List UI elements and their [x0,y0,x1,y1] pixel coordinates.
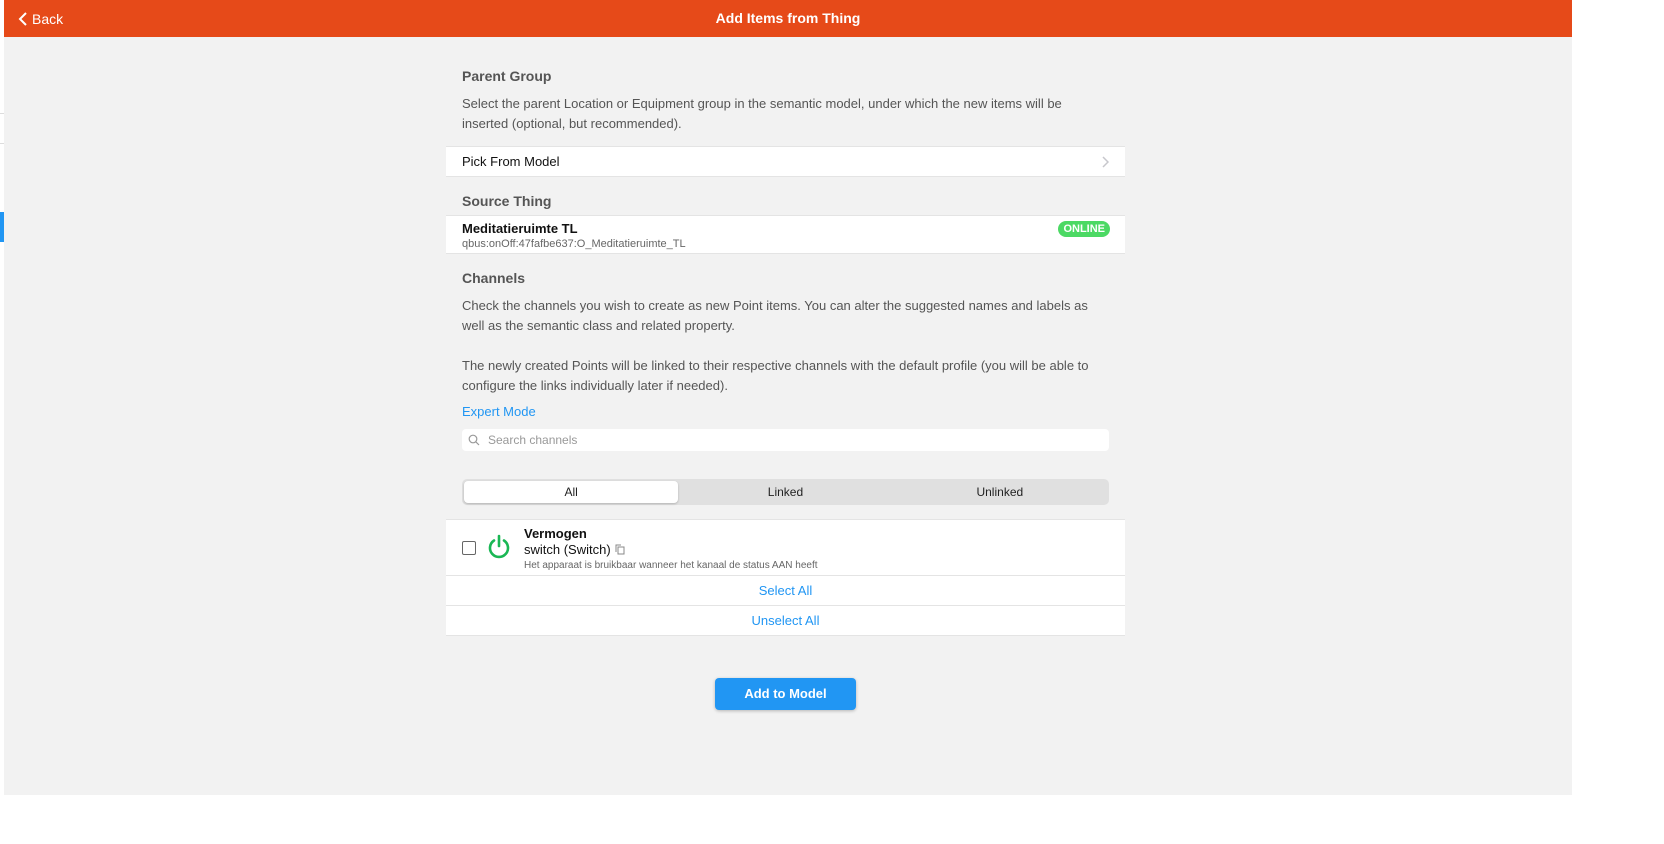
main-content: Parent Group Select the parent Location … [446,37,1125,636]
channel-description: Het apparaat is bruikbaar wanneer het ka… [524,560,818,571]
channel-type-label: switch (Switch) [524,542,611,557]
channel-row[interactable]: Vermogen switch (Switch) Het apparaat is… [446,520,1125,575]
thing-name: Meditatieruimte TL [462,221,578,236]
bulk-actions-list: Select All Unselect All [446,576,1125,636]
copy-icon[interactable] [615,544,625,555]
search-icon [468,434,480,446]
page: Back Add Items from Thing Parent Group S… [4,0,1572,795]
page-title: Add Items from Thing [715,10,861,26]
thing-uid: qbus:onOff:47fafbe637:O_Meditatieruimte_… [462,238,686,250]
expert-mode-link[interactable]: Expert Mode [446,404,1125,419]
parent-group-description: Select the parent Location or Equipment … [462,96,1062,131]
channel-name: Vermogen [524,526,587,541]
source-thing-list: Meditatieruimte TL qbus:onOff:47fafbe637… [446,215,1125,254]
channel-list: Vermogen switch (Switch) Het apparaat is… [446,519,1125,576]
source-thing-title: Source Thing [462,193,552,209]
filter-unlinked[interactable]: Unlinked [893,481,1107,503]
chevron-right-icon [1102,155,1109,168]
filter-linked[interactable]: Linked [678,481,892,503]
parent-group-list: Pick From Model [446,146,1125,177]
parent-group-title: Parent Group [462,68,552,84]
search-bar [462,429,1109,451]
filter-segmented-control: All Linked Unlinked [462,479,1109,505]
channels-description-1: Check the channels you wish to create as… [462,298,1088,333]
search-input[interactable] [486,432,1103,448]
select-all-button[interactable]: Select All [446,576,1125,605]
channels-description-2: The newly created Points will be linked … [462,358,1089,393]
channel-type: switch (Switch) [524,542,625,557]
channel-checkbox[interactable] [462,541,476,555]
channels-title: Channels [462,270,526,286]
navbar: Back Add Items from Thing [4,0,1572,37]
status-badge: ONLINE [1058,221,1110,237]
filter-all[interactable]: All [464,481,679,503]
power-icon [488,534,510,559]
unselect-all-button[interactable]: Unselect All [446,606,1125,635]
pick-from-model-link[interactable]: Pick From Model [446,147,1125,176]
source-thing-row[interactable]: Meditatieruimte TL qbus:onOff:47fafbe637… [446,216,1125,253]
add-to-model-button[interactable]: Add to Model [715,678,856,710]
pick-from-model-label: Pick From Model [462,154,560,169]
